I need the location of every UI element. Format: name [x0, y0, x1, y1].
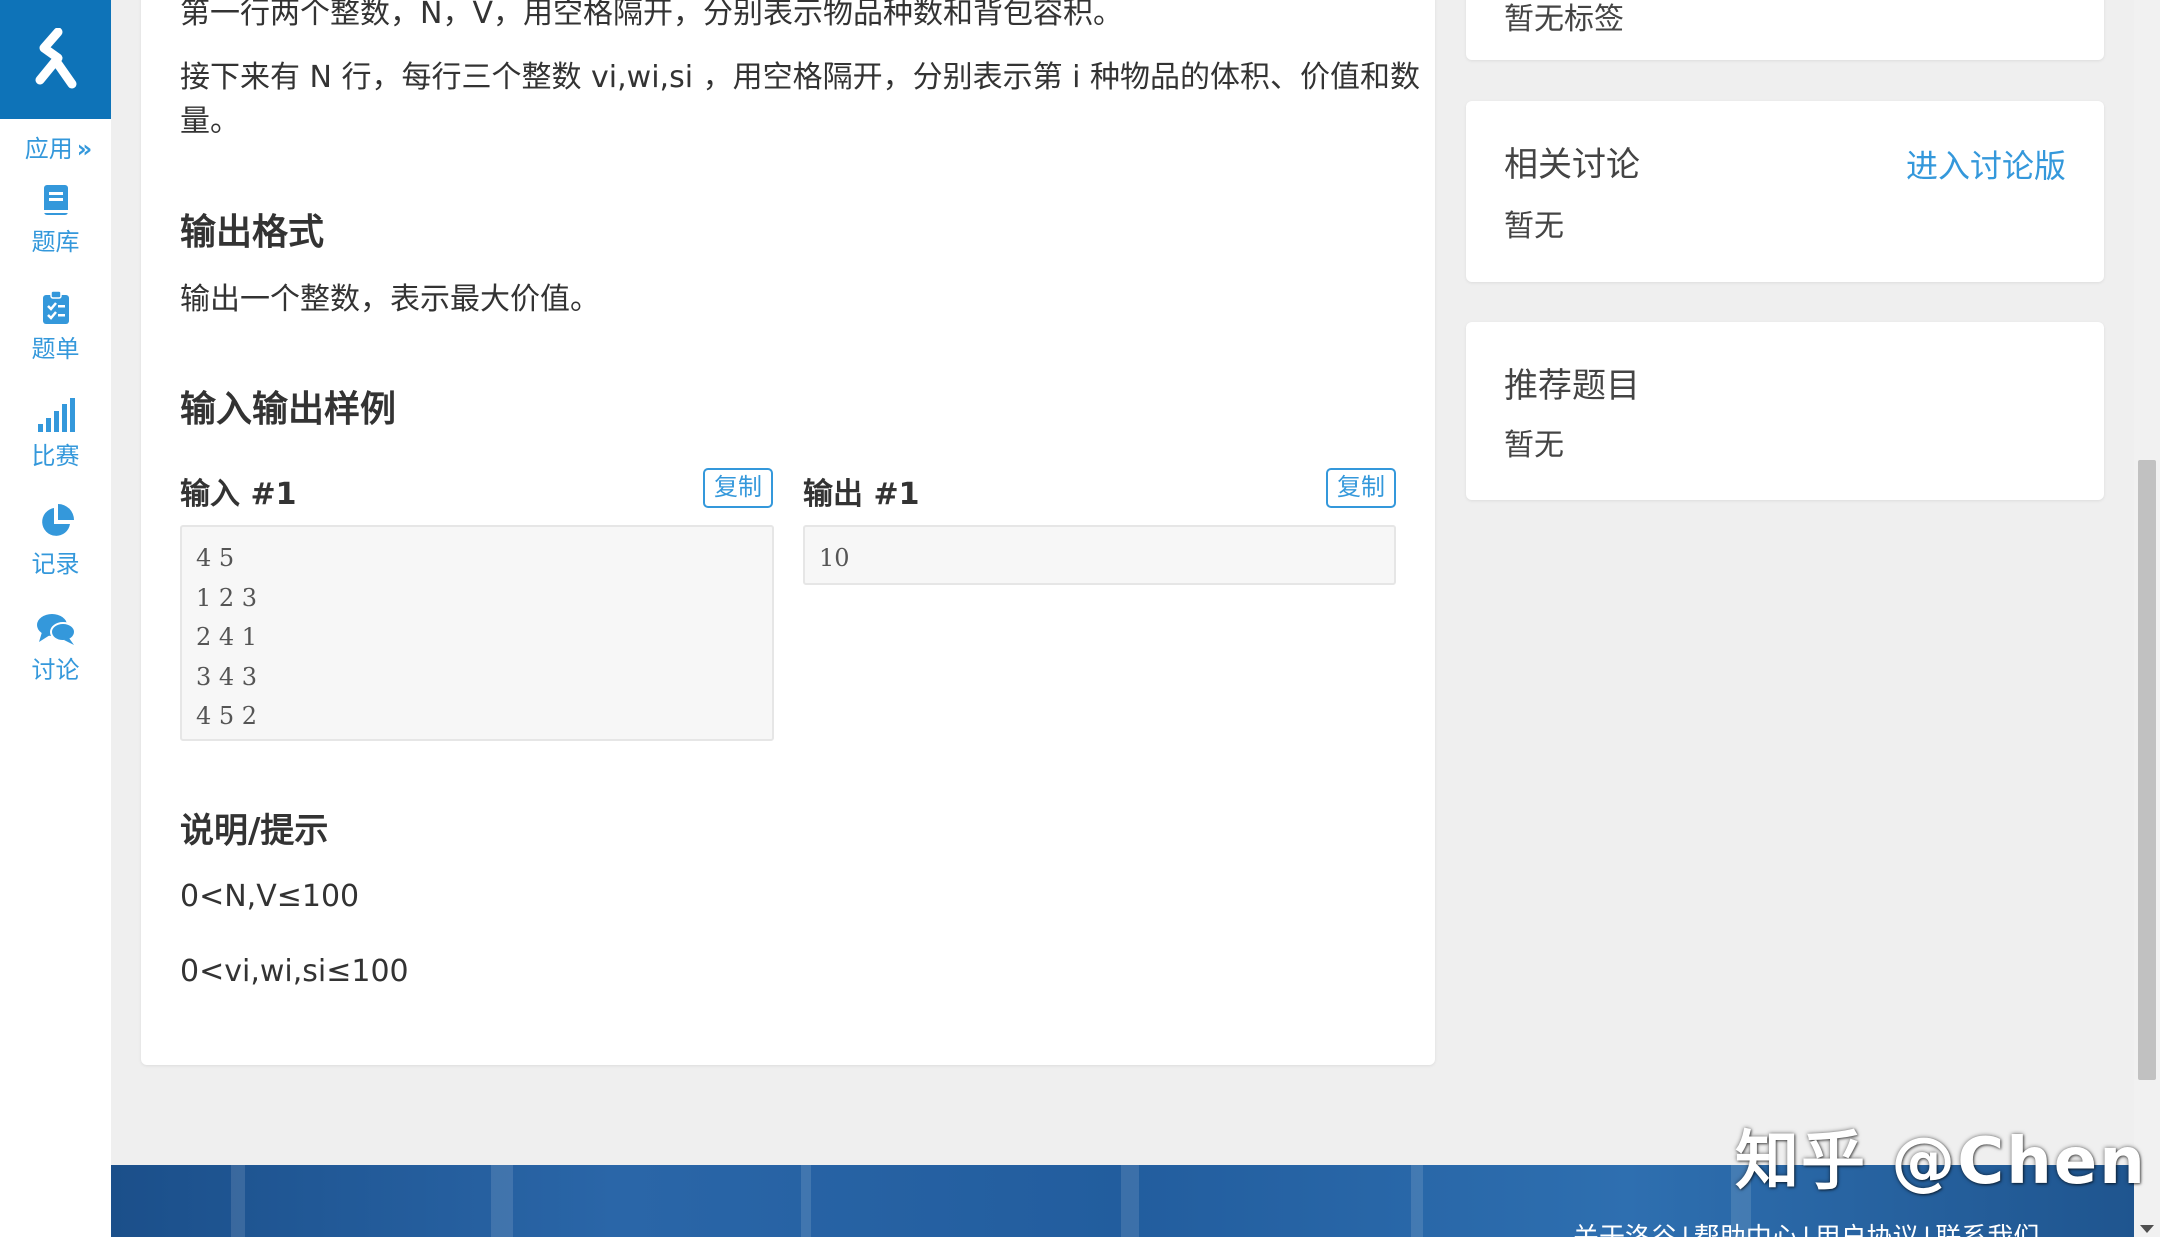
- footer-link-about[interactable]: 关于洛谷: [1573, 1223, 1677, 1237]
- recommended-empty-text: 暂无: [1504, 428, 1564, 463]
- book-icon: [43, 185, 68, 215]
- page-root: 应用» 题库 题单 比赛 记录 讨论 第一行两个整数，N，V，用空格隔开，分别表…: [0, 0, 2160, 1237]
- input-format-line1: 第一行两个整数，N，V，用空格隔开，分别表示物品种数和背包容积。: [180, 0, 1123, 31]
- hint-line-1: 0<N,V≤100: [180, 879, 360, 914]
- discussions-title: 相关讨论: [1504, 145, 1640, 185]
- discussions-empty-text: 暂无: [1504, 209, 1564, 244]
- zhihu-watermark: 知乎 @Chen: [1735, 1125, 2147, 1199]
- footer-separator: |: [1923, 1223, 1932, 1237]
- footer-decoration: [1411, 1165, 1423, 1237]
- output-format-heading: 输出格式: [180, 212, 325, 253]
- footer-link-contact[interactable]: 联系我们: [1935, 1223, 2039, 1237]
- samples-heading: 输入输出样例: [180, 389, 397, 430]
- footer-separator: |: [1802, 1223, 1811, 1237]
- footer-decoration: [231, 1165, 245, 1237]
- hint-heading: 说明/提示: [180, 811, 329, 851]
- code-line: 1 2 3: [196, 583, 258, 612]
- comments-icon: [36, 614, 76, 645]
- footer-link-help[interactable]: 帮助中心: [1694, 1223, 1798, 1237]
- problem-content-card: 第一行两个整数，N，V，用空格隔开，分别表示物品种数和背包容积。 接下来有 N …: [141, 0, 1435, 1065]
- apps-menu-link[interactable]: 应用»: [0, 131, 111, 167]
- input-format-line2: 接下来有 N 行，每行三个整数 vi,wi,si ，用空格隔开，分别表示第 i …: [180, 60, 1420, 139]
- code-line: 10: [819, 544, 850, 572]
- sample-input-box[interactable]: 4 5 1 2 3 2 4 1 3 4 3 4 5 2: [180, 525, 774, 741]
- hint-line-2: 0<vi,wi,si≤100: [180, 954, 409, 989]
- copy-output-button[interactable]: 复制: [1326, 468, 1396, 508]
- footer-links: 关于洛谷|帮助中心|用户协议|联系我们: [1573, 1217, 2039, 1237]
- sidebar-item-label: 记录: [31, 550, 80, 578]
- sidebar-item-problems[interactable]: 题库: [0, 167, 111, 274]
- scroll-down-arrow-icon[interactable]: [2140, 1225, 2154, 1233]
- footer-decoration: [1121, 1165, 1139, 1237]
- sidebar-item-records[interactable]: 记录: [0, 488, 111, 595]
- sample-input-label: 输入 #1: [180, 477, 297, 512]
- footer-decoration: [491, 1165, 513, 1237]
- footer-link-agreement[interactable]: 用户协议: [1815, 1223, 1919, 1237]
- copy-input-button[interactable]: 复制: [703, 468, 773, 508]
- sidebar-item-label: 题库: [31, 228, 80, 256]
- footer-separator: |: [1681, 1223, 1690, 1237]
- sidebar-item-label: 题单: [31, 335, 80, 363]
- footer-decoration: [801, 1165, 811, 1237]
- scrollbar-thumb[interactable]: [2138, 460, 2156, 1080]
- recommended-problems-card: 推荐题目 暂无: [1466, 322, 2104, 500]
- code-line: 2 4 1: [196, 623, 258, 651]
- enter-discussion-board-link[interactable]: 进入讨论版: [1906, 141, 2066, 187]
- sidebar-item-problemsets[interactable]: 题单: [0, 274, 111, 381]
- clipboard-icon: [42, 291, 69, 324]
- related-discussions-card: 相关讨论 进入讨论版 暂无: [1466, 101, 2104, 282]
- double-chevron-right-icon: »: [76, 135, 92, 163]
- tags-card: 暂无标签: [1466, 0, 2104, 60]
- code-line: 3 4 3: [196, 662, 258, 691]
- sample-output-label: 输出 #1: [803, 477, 920, 512]
- luogu-logo-icon: [35, 27, 76, 88]
- sidebar-item-discuss[interactable]: 讨论: [0, 595, 111, 702]
- output-format-text: 输出一个整数，表示最大价值。: [180, 282, 600, 317]
- code-line: 4 5 2: [196, 702, 258, 730]
- sidebar-item-contests[interactable]: 比赛: [0, 381, 111, 488]
- pie-chart-icon: [41, 504, 74, 536]
- sidebar-item-label: 讨论: [31, 656, 80, 684]
- left-sidebar: 应用» 题库 题单 比赛 记录 讨论: [0, 0, 111, 1237]
- code-line: 4 5: [196, 544, 235, 572]
- luogu-logo[interactable]: [0, 0, 111, 119]
- bar-chart-icon: [37, 398, 75, 432]
- page-scrollbar[interactable]: [2134, 0, 2160, 1237]
- recommended-title: 推荐题目: [1504, 366, 1640, 406]
- tags-empty-text: 暂无标签: [1504, 2, 1624, 37]
- apps-label: 应用: [24, 135, 73, 163]
- sample-output-box[interactable]: 10: [803, 525, 1396, 585]
- sidebar-item-label: 比赛: [31, 442, 80, 470]
